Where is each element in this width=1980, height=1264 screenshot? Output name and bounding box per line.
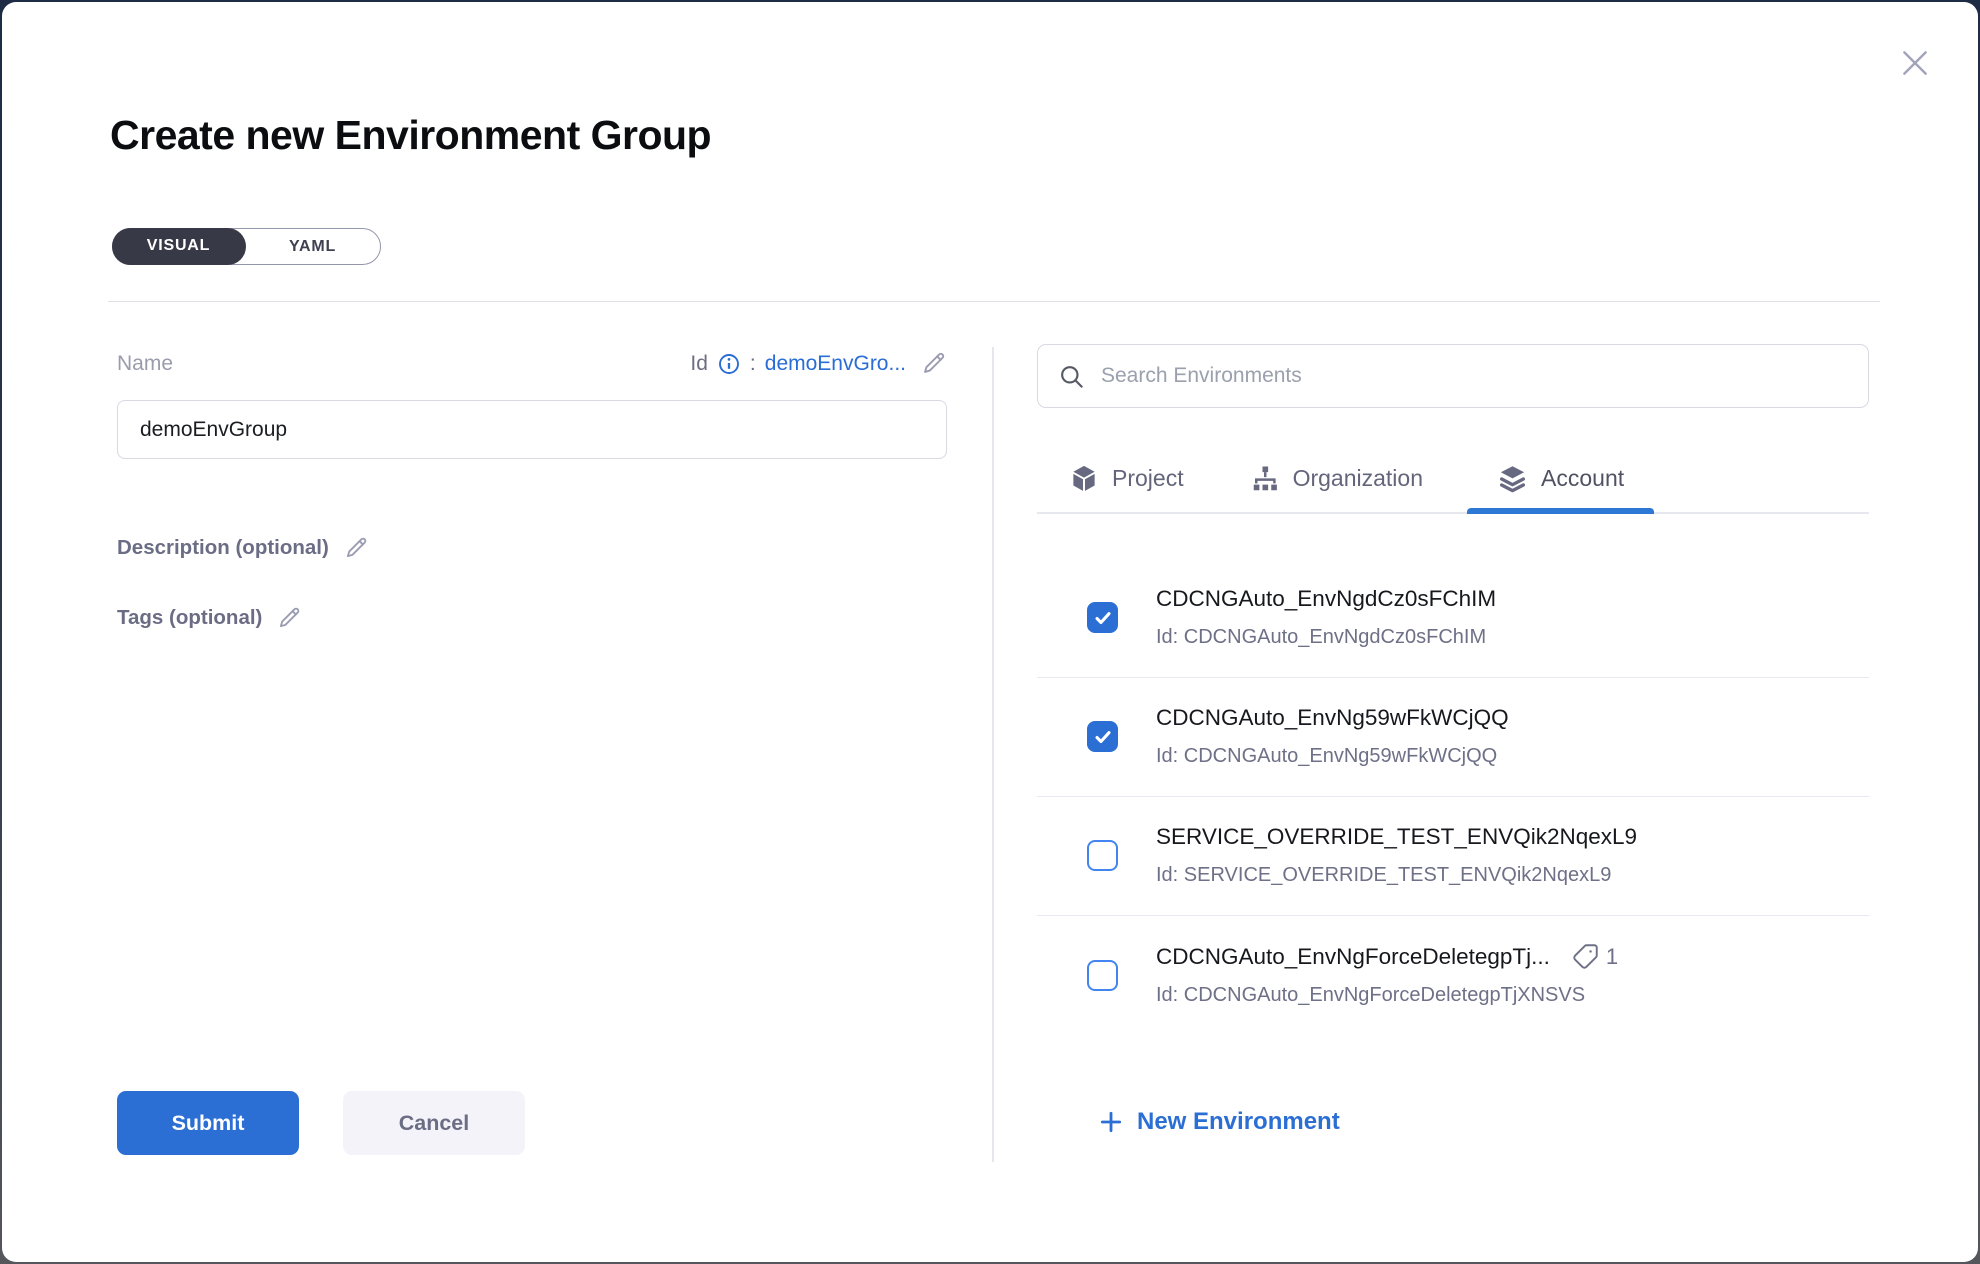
visual-yaml-toggle: VISUAL YAML	[112, 228, 381, 265]
environment-name: SERVICE_OVERRIDE_TEST_ENVQik2NqexL9	[1156, 824, 1637, 850]
org-chart-icon	[1250, 464, 1280, 494]
name-label: Name	[117, 352, 173, 376]
tags-row: Tags (optional)	[117, 605, 302, 631]
tab-organization-label: Organization	[1293, 465, 1423, 492]
environment-checkbox[interactable]	[1087, 602, 1118, 633]
cancel-button[interactable]: Cancel	[343, 1091, 525, 1155]
environment-name: CDCNGAuto_EnvNgForceDeletegpTj...	[1156, 944, 1550, 970]
description-label: Description (optional)	[117, 536, 329, 560]
tag-count: 1	[1606, 944, 1618, 970]
header-divider	[108, 301, 1880, 302]
id-label: Id	[690, 352, 708, 376]
environment-name: CDCNGAuto_EnvNgdCz0sFChIM	[1156, 586, 1496, 612]
environment-texts: CDCNGAuto_EnvNgForceDeletegpTj... 1 Id: …	[1156, 943, 1869, 1007]
environment-list: CDCNGAuto_EnvNgdCz0sFChIM Id: CDCNGAuto_…	[1037, 516, 1869, 1044]
page-title: Create new Environment Group	[110, 112, 711, 159]
tag-icon	[1572, 943, 1599, 970]
checkmark-icon	[1092, 607, 1114, 629]
environment-row[interactable]: CDCNGAuto_EnvNg59wFkWCjQQ Id: CDCNGAuto_…	[1037, 678, 1869, 797]
name-id-row: Name Id : demoEnvGro...	[117, 350, 947, 377]
tab-account[interactable]: Account	[1467, 445, 1654, 512]
tab-account-label: Account	[1541, 465, 1624, 492]
environment-checkbox[interactable]	[1087, 721, 1118, 752]
search-icon	[1058, 363, 1085, 390]
submit-button[interactable]: Submit	[117, 1091, 299, 1155]
entity-id-row: Id : demoEnvGro...	[690, 350, 947, 377]
environment-id: Id: CDCNGAuto_EnvNg59wFkWCjQQ	[1156, 745, 1869, 768]
environment-row[interactable]: CDCNGAuto_EnvNgForceDeletegpTj... 1 Id: …	[1037, 916, 1869, 1035]
scope-tabs: Project Organization	[1037, 445, 1869, 514]
plus-icon	[1098, 1109, 1124, 1135]
tags-label: Tags (optional)	[117, 606, 262, 630]
tab-yaml[interactable]: YAML	[246, 229, 380, 264]
search-input[interactable]	[1101, 364, 1848, 388]
id-separator: :	[750, 352, 756, 376]
tab-organization[interactable]: Organization	[1228, 445, 1445, 512]
new-environment-button[interactable]: New Environment	[1098, 1108, 1340, 1136]
name-input[interactable]	[117, 400, 947, 459]
search-environments-box	[1037, 344, 1869, 408]
checkmark-icon	[1092, 726, 1114, 748]
cube-icon	[1069, 464, 1099, 494]
edit-id-pencil-icon[interactable]	[920, 350, 947, 377]
environment-checkbox[interactable]	[1087, 960, 1118, 991]
environment-id: Id: CDCNGAuto_EnvNgForceDeletegpTjXNSVS	[1156, 984, 1869, 1007]
environment-checkbox[interactable]	[1087, 840, 1118, 871]
page-background: { "colors": { "primary_blue": "#2c6fd4",…	[0, 0, 1980, 1264]
environment-id: Id: SERVICE_OVERRIDE_TEST_ENVQik2NqexL9	[1156, 864, 1869, 887]
environment-texts: SERVICE_OVERRIDE_TEST_ENVQik2NqexL9 Id: …	[1156, 824, 1869, 887]
create-environment-group-dialog: Create new Environment Group VISUAL YAML…	[2, 2, 1978, 1262]
description-row: Description (optional)	[117, 535, 369, 561]
environment-texts: CDCNGAuto_EnvNg59wFkWCjQQ Id: CDCNGAuto_…	[1156, 705, 1869, 768]
close-icon[interactable]	[1898, 46, 1932, 80]
layers-icon	[1497, 463, 1528, 494]
edit-description-pencil-icon[interactable]	[343, 535, 369, 561]
tab-project-label: Project	[1112, 465, 1184, 492]
tab-visual[interactable]: VISUAL	[112, 228, 246, 265]
environment-name: CDCNGAuto_EnvNg59wFkWCjQQ	[1156, 705, 1509, 731]
environment-texts: CDCNGAuto_EnvNgdCz0sFChIM Id: CDCNGAuto_…	[1156, 586, 1869, 649]
tab-project[interactable]: Project	[1047, 445, 1206, 512]
panel-divider	[992, 347, 994, 1162]
environment-id: Id: CDCNGAuto_EnvNgdCz0sFChIM	[1156, 626, 1869, 649]
tag-count-badge: 1	[1572, 943, 1618, 970]
entity-id-value[interactable]: demoEnvGro...	[765, 352, 906, 376]
new-environment-label: New Environment	[1137, 1108, 1340, 1136]
environment-row[interactable]: CDCNGAuto_EnvNgdCz0sFChIM Id: CDCNGAuto_…	[1037, 559, 1869, 678]
environment-row[interactable]: SERVICE_OVERRIDE_TEST_ENVQik2NqexL9 Id: …	[1037, 797, 1869, 916]
info-icon[interactable]	[717, 352, 741, 376]
edit-tags-pencil-icon[interactable]	[276, 605, 302, 631]
